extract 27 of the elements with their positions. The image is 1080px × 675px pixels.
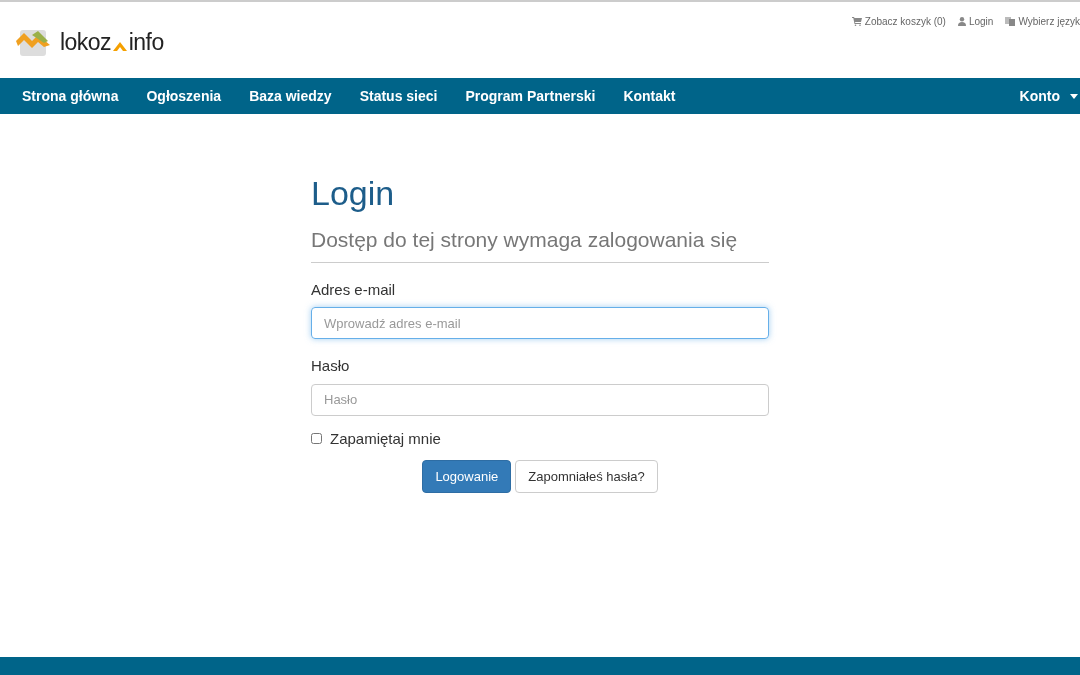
nav-link[interactable]: Kontakt bbox=[623, 85, 676, 107]
checkbox-label: Zapamiętaj mnie bbox=[330, 428, 441, 449]
field-label: Hasło bbox=[311, 356, 351, 376]
login-button[interactable]: Logowanie bbox=[422, 460, 512, 493]
nav-link[interactable]: Ogłoszenia bbox=[146, 85, 222, 107]
logo-text: lokoz bbox=[60, 27, 111, 57]
language-icon bbox=[1005, 17, 1016, 26]
field-label: Adres e-mail bbox=[311, 279, 397, 300]
checkbox[interactable] bbox=[311, 433, 322, 445]
logo-text: info bbox=[128, 27, 164, 57]
nav-link[interactable]: Strona główna bbox=[22, 85, 119, 107]
input-field[interactable]: Hasło bbox=[311, 383, 769, 416]
account-menu[interactable]: Konto bbox=[1019, 85, 1078, 107]
cart-icon bbox=[851, 17, 862, 26]
nav-link[interactable]: Baza wiedzy bbox=[249, 85, 332, 107]
caret-icon bbox=[1070, 93, 1078, 99]
chevron-icon bbox=[112, 41, 127, 51]
page-subtitle: Dostęp do tej strony wymaga zalogowania się bbox=[311, 224, 769, 263]
top-link[interactable]: Login bbox=[957, 14, 994, 29]
top-link[interactable]: Wybierz język bbox=[1005, 14, 1080, 29]
nav-link[interactable]: Status sieci bbox=[359, 85, 438, 107]
nav-link[interactable]: Program Partnerski bbox=[465, 85, 596, 107]
top-link[interactable]: Zobacz koszyk (0) bbox=[851, 14, 946, 29]
forgot-password-button[interactable]: Zapomniałeś hasła? bbox=[515, 460, 658, 493]
page-title: Login bbox=[311, 176, 396, 210]
user-icon bbox=[957, 17, 966, 26]
input-field[interactable]: Wprowadź adres e-mail bbox=[311, 307, 769, 339]
